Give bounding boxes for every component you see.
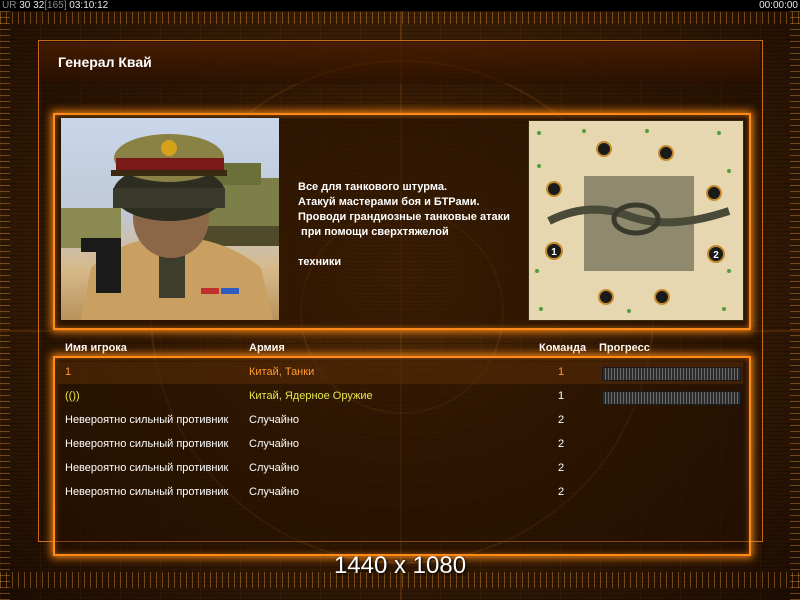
column-header-progress: Прогресс xyxy=(599,342,650,354)
start-position-2[interactable]: 2 xyxy=(713,250,719,261)
description-line xyxy=(298,240,523,255)
start-position-1[interactable]: 1 xyxy=(551,247,557,258)
player-name[interactable]: 1 xyxy=(65,366,71,378)
player-row[interactable]: Невероятно сильный противник Случайно 2 xyxy=(57,482,743,504)
status-value-b: 32 xyxy=(33,0,45,11)
status-bar: UR 30 32[165] 03:10:12 00:00:00 xyxy=(0,0,800,11)
general-portrait xyxy=(61,118,279,320)
description-line: техники xyxy=(298,256,342,268)
player-army[interactable]: Случайно xyxy=(249,462,299,474)
loading-progress-bar xyxy=(602,391,741,405)
player-name[interactable]: Невероятно сильный противник xyxy=(65,462,228,474)
player-team[interactable]: 2 xyxy=(558,414,564,426)
page-title: Генерал Квай xyxy=(58,54,152,70)
description-line: при помощи сверхтяжелой xyxy=(298,226,449,238)
loading-progress-bar xyxy=(602,367,741,381)
player-team[interactable]: 2 xyxy=(558,438,564,450)
player-name[interactable]: (()) xyxy=(65,390,80,402)
column-header-army: Армия xyxy=(249,342,285,354)
player-name[interactable]: Невероятно сильный противник xyxy=(65,414,228,426)
player-army[interactable]: Китай, Танки xyxy=(249,366,314,378)
player-name[interactable]: Невероятно сильный противник xyxy=(65,486,228,498)
player-team[interactable]: 1 xyxy=(558,366,564,378)
status-prefix: UR xyxy=(2,0,17,11)
player-team[interactable]: 2 xyxy=(558,462,564,474)
description-line: Проводи грандиозные танковые атаки xyxy=(298,211,510,223)
column-header-player: Имя игрока xyxy=(65,342,127,354)
player-army[interactable]: Случайно xyxy=(249,414,299,426)
player-army[interactable]: Случайно xyxy=(249,486,299,498)
player-army[interactable]: Китай, Ядерное Оружие xyxy=(249,390,373,402)
map-preview-image: 1 2 xyxy=(529,121,743,320)
player-row[interactable]: 1 Китай, Танки 1 xyxy=(57,362,743,384)
map-preview[interactable]: 1 2 xyxy=(528,120,744,321)
status-left: UR 30 32[165] 03:10:12 xyxy=(2,0,108,11)
player-row[interactable]: (()) Китай, Ядерное Оружие 1 xyxy=(57,386,743,408)
description-line: Все для танкового штурма. xyxy=(298,181,447,193)
player-team[interactable]: 2 xyxy=(558,486,564,498)
player-team[interactable]: 1 xyxy=(558,390,564,402)
status-time: 03:10:12 xyxy=(69,0,109,11)
player-army[interactable]: Случайно xyxy=(249,438,299,450)
status-clock: 00:00:00 xyxy=(759,0,798,11)
general-portrait-image xyxy=(61,134,279,320)
player-row[interactable]: Невероятно сильный противник Случайно 2 xyxy=(57,458,743,480)
resolution-label: 1440 x 1080 xyxy=(333,552,467,579)
left-ruler xyxy=(0,0,10,600)
general-description: Все для танкового штурма. Атакуй мастера… xyxy=(298,180,523,270)
right-ruler xyxy=(790,0,800,600)
status-value-a: 30 xyxy=(19,0,31,11)
status-value-c: [165] xyxy=(44,0,67,11)
column-header-team: Команда xyxy=(539,342,587,354)
player-row[interactable]: Невероятно сильный противник Случайно 2 xyxy=(57,410,743,432)
top-ruler xyxy=(0,12,800,24)
player-name[interactable]: Невероятно сильный противник xyxy=(65,438,228,450)
player-row[interactable]: Невероятно сильный противник Случайно 2 xyxy=(57,434,743,456)
description-line: Атакуй мастерами боя и БТРами. xyxy=(298,196,480,208)
